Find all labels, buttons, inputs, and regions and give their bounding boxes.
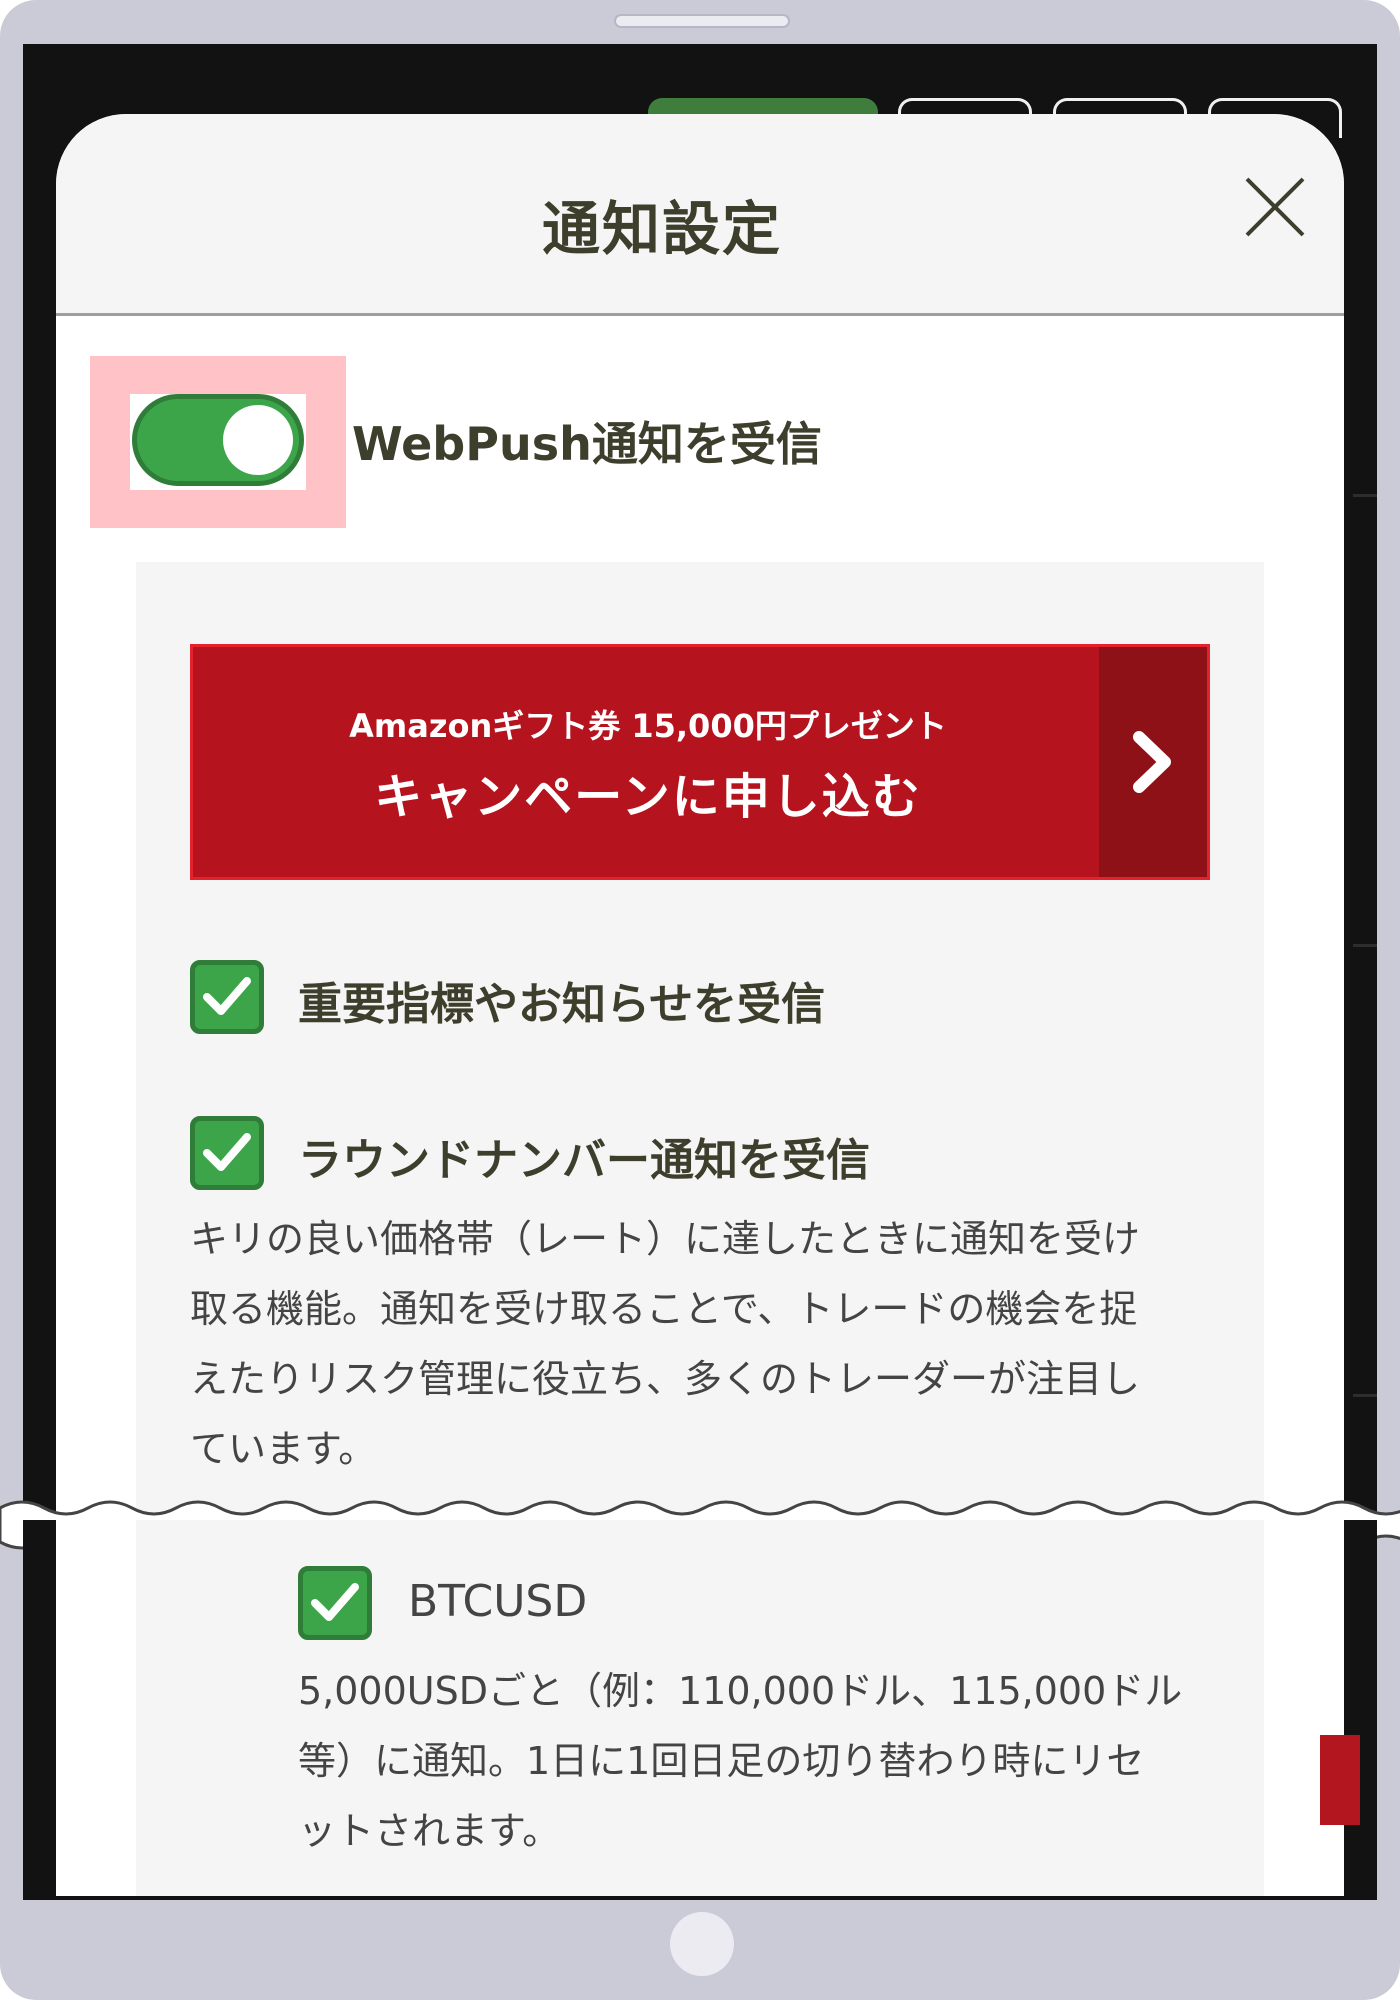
webpush-label: WebPush通知を受信 [352,417,822,471]
round-number-checkbox[interactable] [190,1116,264,1190]
campaign-subtitle: Amazonギフト券 15,000円プレゼント [349,707,947,745]
background-price-tag [1320,1735,1360,1825]
btcusd-description: 5,000USDごと（例：110,000ドル、115,000ドル 等）に通知。1… [298,1656,1198,1866]
round-number-description: キリの良い価格帯（レート）に達したときに通知を受け 取る機能。通知を受け取ること… [190,1204,1240,1484]
description-line: 5,000USDごと（例：110,000ドル、115,000ドル [298,1669,1183,1713]
screen-bottom-edge [23,1896,1377,1900]
checkmark-icon [203,1133,251,1171]
btcusd-label: BTCUSD [408,1576,588,1627]
btcusd-checkbox[interactable] [298,1566,372,1640]
round-number-label: ラウンドナンバー通知を受信 [298,1135,870,1186]
checkmark-icon [311,1583,359,1621]
tablet-speaker [614,14,790,28]
home-button[interactable] [670,1912,734,1976]
important-news-label: 重要指標やお知らせを受信 [298,979,826,1030]
webpush-toggle[interactable] [132,394,304,486]
description-line: 等）に通知。1日に1回日足の切り替わり時にリセ [298,1739,1145,1783]
background-gridline [1353,494,1377,497]
toggle-knob [223,405,293,475]
background-gridline [1353,944,1377,947]
campaign-title: キャンペーンに申し込む [374,769,922,825]
important-news-checkbox[interactable] [190,960,264,1034]
description-line: 取る機能。通知を受け取ることで、トレードの機会を捉 [190,1287,1138,1331]
checkmark-icon [203,977,251,1015]
description-line: ています。 [190,1427,377,1471]
modal-title: 通知設定 [541,195,782,263]
close-icon [1245,177,1305,237]
tablet-frame: 通知設定 WebPush通知を受信 Amazonギフト券 15,000円プレゼン… [0,0,1400,2000]
webpush-toggle-wrapper [130,394,306,490]
campaign-button[interactable]: Amazonギフト券 15,000円プレゼント キャンペーンに申し込む [190,644,1210,880]
description-line: ットされます。 [298,1809,561,1853]
background-gridline [1353,1394,1377,1397]
modal-header: 通知設定 [56,114,1344,316]
lower-cropped-section: BTCUSD 5,000USDごと（例：110,000ドル、115,000ドル … [0,1520,1400,1920]
chevron-right-icon [1133,731,1171,793]
description-line: えたりリスク管理に役立ち、多くのトレーダーが注目し [190,1357,1141,1401]
campaign-arrow-box [1099,647,1207,877]
campaign-text: Amazonギフト券 15,000円プレゼント キャンペーンに申し込む [193,647,1103,877]
description-line: キリの良い価格帯（レート）に達したときに通知を受け [190,1217,1141,1261]
close-button[interactable] [1244,176,1306,238]
